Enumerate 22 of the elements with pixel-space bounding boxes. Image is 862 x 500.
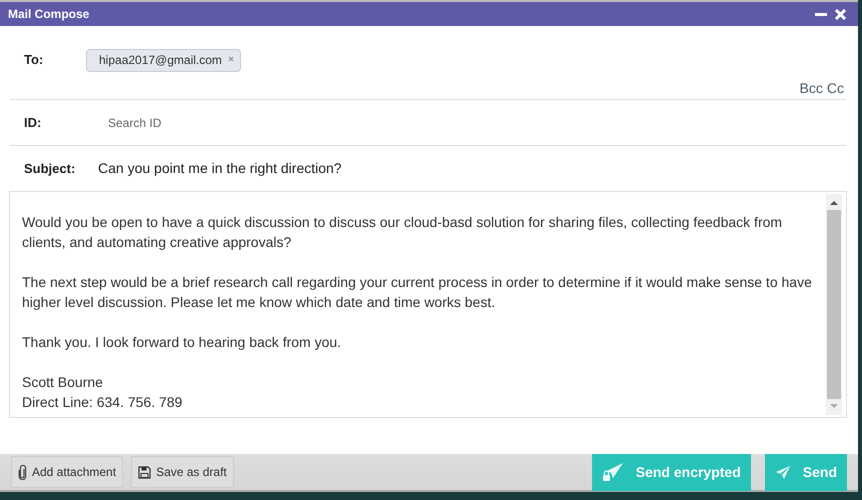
field-label: ID: bbox=[23, 114, 42, 132]
recipient-chip[interactable]: hipaa2017@gmail.com bbox=[86, 48, 241, 72]
close-icon bbox=[835, 8, 846, 20]
field-label: To: bbox=[23, 51, 44, 70]
paperclip-icon bbox=[18, 464, 27, 480]
paper-plane-icon bbox=[774, 464, 791, 480]
save-draft-button[interactable]: Save as draft bbox=[131, 456, 234, 488]
subject-text: Can you point me in the right direction? bbox=[98, 159, 342, 178]
body-text: Thank you. I look forward to hearing back from you. bbox=[22, 333, 342, 352]
add-attachment-button[interactable]: Add attachment bbox=[11, 456, 124, 488]
scrollbar[interactable] bbox=[826, 194, 842, 415]
body-text: Scott Bourne bbox=[22, 373, 104, 392]
field-label: Subject: bbox=[23, 160, 76, 178]
paper-plane-lock-icon bbox=[602, 462, 624, 482]
body-text: The next step would be a brief research call regarding your current process in order to determine if it would make sense to have higher level discussion. Please let me know which date and time works best. bbox=[22, 273, 813, 312]
message-body-field[interactable] bbox=[9, 191, 847, 418]
scroll-up-icon[interactable] bbox=[830, 200, 838, 206]
body-text: Direct Line: 634. 756. 789 bbox=[22, 393, 184, 412]
window-title: Mail Compose bbox=[8, 6, 90, 23]
body-text: Would you be open to have a quick discussion to discuss our cloud-basd solution for sharing files, collecting feedback from clients, and automating creative approvals? bbox=[22, 213, 784, 252]
recipient-link[interactable]: Cc bbox=[826, 78, 844, 99]
recipient-link[interactable]: Bcc bbox=[800, 78, 823, 99]
